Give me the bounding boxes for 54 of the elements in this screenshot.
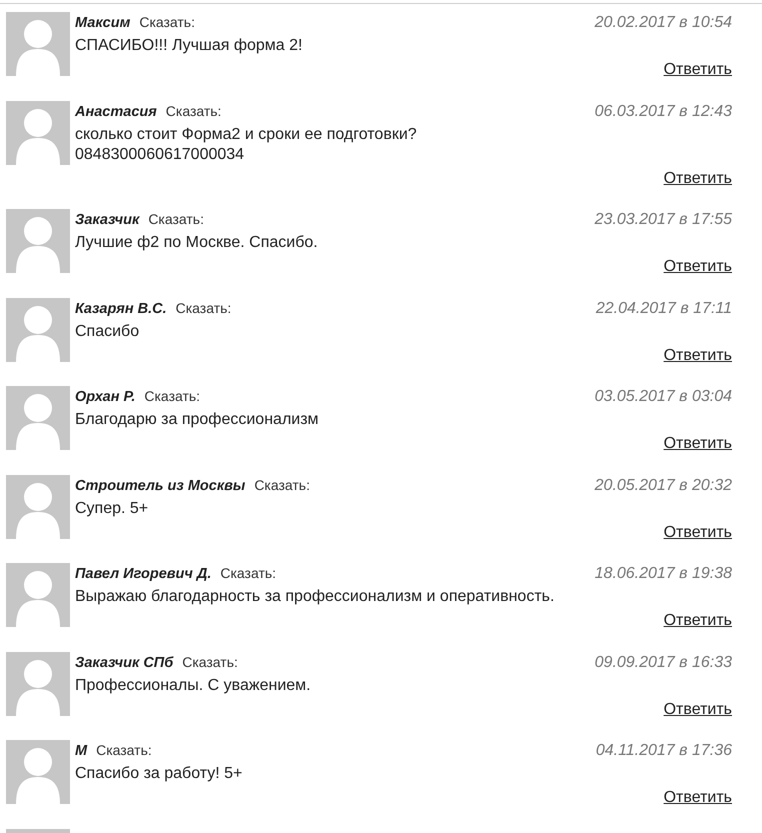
comment-text: Спасибо за работу! 5+ xyxy=(75,764,244,784)
comment-text: Супер. 5+ xyxy=(75,498,150,518)
reply-link[interactable]: Ответить xyxy=(664,700,732,720)
reply-link[interactable]: Ответить xyxy=(664,611,732,631)
reply-link[interactable]: Ответить xyxy=(664,788,732,808)
reply-link[interactable]: Ответить xyxy=(664,257,732,277)
avatar-icon xyxy=(6,474,70,538)
say-label: Сказать: xyxy=(220,564,276,583)
comment-date: 04.11.2017 в 17:36 xyxy=(596,741,732,761)
avatar-icon xyxy=(6,298,70,362)
comment-date: 20.02.2017 в 10:54 xyxy=(594,13,732,33)
comment-date: 09.09.2017 в 16:33 xyxy=(594,652,732,672)
reply-link[interactable]: Ответить xyxy=(664,346,732,366)
comment-date: 20.05.2017 в 20:32 xyxy=(594,476,732,496)
reply-link[interactable]: Ответить xyxy=(664,168,732,188)
say-label: Сказать: xyxy=(96,741,152,760)
say-label: Сказать: xyxy=(144,387,200,406)
say-label: Сказать: xyxy=(166,102,222,120)
author-name: Заказчик СПб xyxy=(75,654,174,672)
comment-date: 23.03.2017 в 17:55 xyxy=(594,210,732,230)
say-label: Сказать: xyxy=(182,652,238,672)
avatar-icon xyxy=(6,652,70,716)
avatar-icon xyxy=(6,12,70,76)
avatar-icon xyxy=(6,386,70,450)
say-label: Сказать: xyxy=(139,13,195,32)
avatar-icon xyxy=(6,563,70,627)
author-name: Павел Игоревич Д. xyxy=(75,565,212,584)
avatar-icon xyxy=(6,100,70,164)
say-label: Сказать: xyxy=(254,476,310,494)
author-name: М xyxy=(75,742,88,761)
reply-link[interactable]: Ответить xyxy=(664,522,732,542)
comment-text: Благодарю за профессионализм xyxy=(75,410,320,430)
author-name: Заказчик xyxy=(75,211,140,230)
author-name: Строитель из Москвы xyxy=(75,476,246,496)
avatar-icon xyxy=(6,209,70,273)
comment-date: 22.04.2017 в 17:11 xyxy=(596,298,732,318)
author-name: Максим xyxy=(75,14,130,33)
comment-date: 18.06.2017 в 19:38 xyxy=(594,564,732,584)
author-name: Казарян В.С. xyxy=(75,300,167,318)
say-label: Сказать: xyxy=(148,210,204,229)
author-name: Анастасия xyxy=(75,102,157,122)
comment-text: Выражаю благодарность за профессионализм и оперативность. xyxy=(75,587,556,607)
author-name: Орхан Р. xyxy=(75,388,136,407)
comment-date: 06.03.2017 в 12:43 xyxy=(594,102,732,122)
comment-text: СПАСИБО!!! Лучшая форма 2! xyxy=(75,36,304,56)
reply-link[interactable]: Ответить xyxy=(664,60,732,80)
comment-text: Профессионалы. С уважением. xyxy=(75,676,312,696)
comment-text: сколько стоит Форма2 и сроки ее подготовки? 0848300060617000034 xyxy=(75,124,418,164)
say-label: Сказать: xyxy=(176,298,232,318)
reply-link[interactable]: Ответить xyxy=(664,434,732,454)
comment-text: Спасибо xyxy=(75,322,140,342)
comment-date: 03.05.2017 в 03:04 xyxy=(594,387,732,407)
avatar-icon xyxy=(6,740,70,804)
comment-text: Лучшие ф2 по Москве. Спасибо. xyxy=(75,233,319,253)
